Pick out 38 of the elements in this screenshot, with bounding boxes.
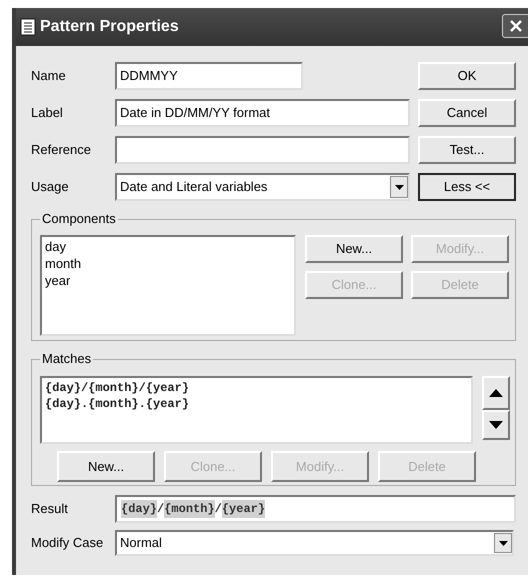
list-item[interactable]: month	[45, 255, 294, 272]
dialog-button[interactable]: New...	[305, 235, 403, 263]
separator: /	[157, 501, 164, 518]
close-icon	[509, 19, 523, 33]
token: {month}	[164, 500, 215, 518]
matches-list[interactable]: {day}/{month}/{year} {day}.{month}.{year}	[40, 376, 473, 444]
field-label: Name	[31, 67, 67, 86]
move-down-button[interactable]	[482, 410, 510, 440]
separator: /	[214, 501, 222, 518]
field-label: Reference	[31, 141, 92, 160]
window-title: Pattern Properties	[40, 17, 179, 37]
token: {year}	[222, 500, 266, 518]
list-item[interactable]: day	[45, 238, 294, 255]
field-label: Usage	[31, 178, 70, 196]
token: {day}	[121, 500, 158, 518]
group-title: Components	[40, 211, 118, 227]
list-item[interactable]: {day}.{month}.{year}	[45, 396, 471, 412]
document-icon	[19, 18, 37, 36]
dialog-button[interactable]: Less <<	[418, 173, 516, 201]
dialog-button[interactable]: New...	[57, 451, 155, 482]
text-field[interactable]	[115, 136, 410, 164]
text-field[interactable]: DDMMYY	[115, 62, 303, 90]
text-field[interactable]: Date in DD/MM/YY format	[115, 99, 410, 127]
dialog-button[interactable]: Test...	[418, 136, 516, 164]
list-item[interactable]: year	[45, 272, 294, 289]
move-up-button[interactable]	[482, 376, 510, 410]
list-item[interactable]: {day}/{month}/{year}	[45, 380, 471, 396]
case-dropdown[interactable]: Normal	[115, 530, 514, 556]
components-list[interactable]: day month year	[40, 235, 296, 336]
field-label: Label	[31, 104, 64, 122]
field-label: Modify Case	[31, 534, 104, 552]
close-button[interactable]	[502, 14, 528, 38]
up-arrow-icon	[489, 389, 503, 397]
dialog-button[interactable]: Cancel	[418, 99, 516, 127]
usage-dropdown[interactable]: Date and Literal variables	[115, 173, 410, 201]
down-arrow-icon	[489, 421, 503, 429]
dialog-button[interactable]: OK	[418, 62, 516, 90]
field-label: Result	[31, 500, 69, 518]
